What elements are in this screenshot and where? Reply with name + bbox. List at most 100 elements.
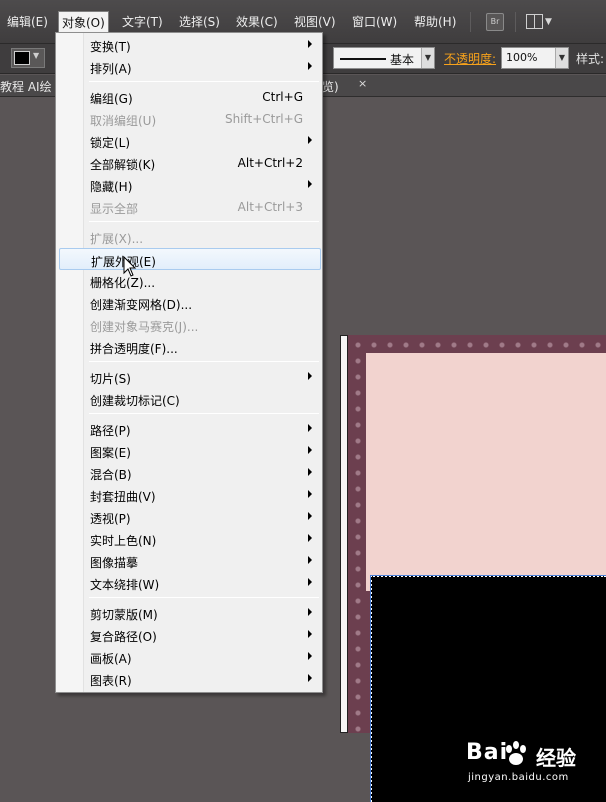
menu-item-label: 图表(R) <box>90 674 132 688</box>
menu-item[interactable]: 图像描摹 <box>59 550 321 572</box>
submenu-arrow-icon <box>308 556 312 564</box>
menu-item: 创建对象马赛克(J)... <box>59 314 321 336</box>
menu-item-label: 变换(T) <box>90 40 131 54</box>
menu-window[interactable]: 窗口(W) <box>349 11 400 33</box>
workspace-layout-button[interactable]: ▼ <box>526 13 554 31</box>
chevron-down-icon[interactable]: ▼ <box>421 48 434 68</box>
menu-separator <box>89 361 319 362</box>
menu-item: 显示全部 Alt+Ctrl+3 <box>59 196 321 218</box>
menu-item[interactable]: 隐藏(H) <box>59 174 321 196</box>
opacity-input[interactable]: 100% ▼ <box>501 47 569 69</box>
menu-item[interactable]: 锁定(L) <box>59 130 321 152</box>
menu-item[interactable]: 栅格化(Z)... <box>59 270 321 292</box>
paw-icon <box>506 741 526 765</box>
submenu-arrow-icon <box>308 446 312 454</box>
submenu-arrow-icon <box>308 490 312 498</box>
object-menu-dropdown: 变换(T) 排列(A) 编组(G) Ctrl+G 取消编组(U) Shift+Ctrl+G… <box>55 32 323 693</box>
menu-item[interactable]: 剪切蒙版(M) <box>59 602 321 624</box>
menu-item[interactable]: 图案(E) <box>59 440 321 462</box>
menu-item[interactable]: 拼合透明度(F)... <box>59 336 321 358</box>
menu-item-label: 隐藏(H) <box>90 180 133 194</box>
menu-item[interactable]: 切片(S) <box>59 366 321 388</box>
layout-icon <box>526 14 543 29</box>
submenu-arrow-icon <box>308 62 312 70</box>
chevron-down-icon[interactable]: ▼ <box>555 48 568 68</box>
stroke-profile-label: 基本 <box>390 53 415 67</box>
menu-item-label: 编组(G) <box>90 92 133 106</box>
menu-item-label: 实时上色(N) <box>90 534 157 548</box>
menu-item[interactable]: 封套扭曲(V) <box>59 484 321 506</box>
chevron-down-icon: ▼ <box>545 17 552 27</box>
menu-item[interactable]: 复合路径(O) <box>59 624 321 646</box>
menu-item[interactable]: 排列(A) <box>59 56 321 78</box>
menu-edit[interactable]: 编辑(E) <box>4 11 51 33</box>
chevron-down-icon: ▼ <box>33 51 40 60</box>
submenu-arrow-icon <box>308 136 312 144</box>
menu-item[interactable]: 文本绕排(W) <box>59 572 321 594</box>
submenu-arrow-icon <box>308 40 312 48</box>
menu-object[interactable]: 对象(O) <box>58 11 109 33</box>
menu-item-label: 切片(S) <box>90 372 131 386</box>
menu-item[interactable]: 混合(B) <box>59 462 321 484</box>
menu-item-label: 锁定(L) <box>90 136 131 150</box>
mouse-cursor-icon <box>123 256 137 277</box>
baidu-jingyan-watermark: Bai 经验 jingyan.baidu.com <box>466 740 602 790</box>
menu-item[interactable]: 图表(R) <box>59 668 321 690</box>
menu-item-label: 文本绕排(W) <box>90 578 160 592</box>
menu-item-label: 创建渐变网格(D)... <box>90 298 193 312</box>
menu-item[interactable]: 编组(G) Ctrl+G <box>59 86 321 108</box>
watermark-brand-right: 经验 <box>536 746 576 770</box>
submenu-arrow-icon <box>308 424 312 432</box>
close-icon[interactable]: × <box>358 77 367 90</box>
menu-item-shortcut: Alt+Ctrl+3 <box>237 200 303 214</box>
menu-item[interactable]: 透视(P) <box>59 506 321 528</box>
menubar-divider <box>470 12 471 32</box>
watermark-url: jingyan.baidu.com <box>468 772 569 783</box>
menu-item-label: 画板(A) <box>90 652 132 666</box>
menu-item-label: 创建裁切标记(C) <box>90 394 180 408</box>
menu-separator <box>89 81 319 82</box>
submenu-arrow-icon <box>308 512 312 520</box>
stroke-profile-select[interactable]: 基本 ▼ <box>333 47 435 69</box>
submenu-arrow-icon <box>308 630 312 638</box>
menu-item-label: 路径(P) <box>90 424 131 438</box>
document-tab-title-tail[interactable]: 览) <box>322 78 339 95</box>
document-tab-title[interactable]: 教程 AI绘 <box>0 78 52 95</box>
menu-item[interactable]: 创建渐变网格(D)... <box>59 292 321 314</box>
menu-item-label: 封套扭曲(V) <box>90 490 156 504</box>
artboard[interactable] <box>340 335 606 802</box>
menu-view[interactable]: 视图(V) <box>291 11 339 33</box>
menu-item[interactable]: 创建裁切标记(C) <box>59 388 321 410</box>
menu-item[interactable]: 全部解锁(K) Alt+Ctrl+2 <box>59 152 321 174</box>
bridge-button[interactable]: Br <box>486 13 504 31</box>
style-label: 样式: <box>576 52 605 66</box>
pink-rectangle[interactable] <box>366 353 606 591</box>
fill-color-picker[interactable]: ▼ <box>11 48 45 68</box>
menu-item[interactable]: 实时上色(N) <box>59 528 321 550</box>
menubar-divider <box>515 12 516 32</box>
menu-item[interactable]: 扩展外观(E) <box>59 248 321 270</box>
fill-swatch <box>14 51 30 65</box>
submenu-arrow-icon <box>308 372 312 380</box>
submenu-arrow-icon <box>308 534 312 542</box>
menu-separator <box>89 413 319 414</box>
menu-item-label: 全部解锁(K) <box>90 158 156 172</box>
menu-type[interactable]: 文字(T) <box>119 11 166 33</box>
menu-item[interactable]: 画板(A) <box>59 646 321 668</box>
menu-help[interactable]: 帮助(H) <box>411 11 459 33</box>
submenu-arrow-icon <box>308 674 312 682</box>
menu-item-shortcut: Ctrl+G <box>262 90 303 104</box>
menu-select[interactable]: 选择(S) <box>176 11 223 33</box>
opacity-value: 100% <box>506 51 538 64</box>
menu-item-label: 显示全部 <box>90 202 139 216</box>
menu-item[interactable]: 变换(T) <box>59 34 321 56</box>
stroke-line-preview <box>340 58 386 60</box>
menu-item: 扩展(X)... <box>59 226 321 248</box>
menu-effect[interactable]: 效果(C) <box>233 11 281 33</box>
menu-separator <box>89 597 319 598</box>
menu-item-label: 透视(P) <box>90 512 131 526</box>
submenu-arrow-icon <box>308 652 312 660</box>
opacity-label[interactable]: 不透明度: <box>444 50 496 67</box>
menu-item[interactable]: 路径(P) <box>59 418 321 440</box>
menu-item-label: 扩展(X)... <box>90 232 144 246</box>
